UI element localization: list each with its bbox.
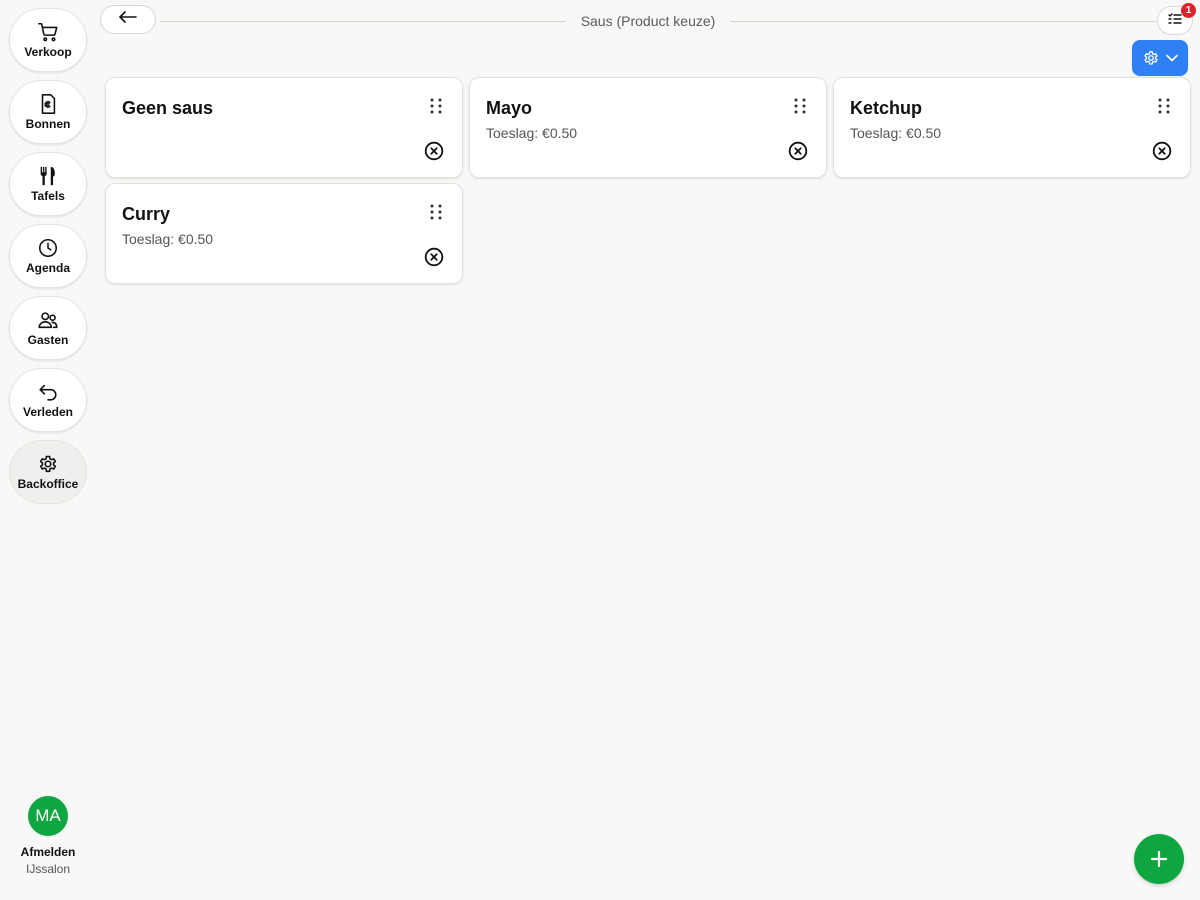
option-card[interactable]: Ketchup Toeslag: €0.50: [833, 77, 1191, 178]
sidebar-item-label: Bonnen: [25, 117, 71, 131]
option-surcharge: Toeslag: €0.50: [122, 231, 214, 247]
sidebar-item-label: Agenda: [25, 261, 70, 275]
gear-icon: [1142, 49, 1160, 67]
sidebar-item-bonnen[interactable]: Bonnen: [9, 80, 87, 144]
option-card[interactable]: Geen saus: [105, 77, 463, 178]
option-surcharge: Toeslag: €0.50: [486, 125, 578, 141]
option-surcharge: Toeslag: €0.50: [850, 125, 942, 141]
user-block: MA Afmelden IJssalon: [0, 796, 96, 876]
drag-handle-icon[interactable]: [793, 98, 807, 114]
sidebar-item-agenda[interactable]: Agenda: [9, 224, 87, 288]
add-option-button[interactable]: [1134, 834, 1184, 884]
list-check-icon: [1168, 12, 1182, 30]
remove-circle-icon[interactable]: [788, 141, 808, 161]
settings-dropdown-button[interactable]: [1132, 40, 1188, 76]
arrow-left-icon: [118, 10, 138, 29]
clock-icon: [37, 237, 59, 259]
sidebar-item-label: Verkoop: [24, 45, 72, 59]
remove-circle-icon[interactable]: [424, 141, 444, 161]
option-name: Geen saus: [122, 98, 214, 118]
option-name: Curry: [122, 204, 171, 224]
header-divider-right: [730, 21, 1156, 22]
sidebar-item-label: Verleden: [22, 405, 74, 419]
option-name: Ketchup: [850, 98, 922, 118]
users-icon: [37, 309, 59, 331]
drag-handle-icon[interactable]: [429, 204, 443, 220]
sidebar: Verkoop Bonnen Tafels Agenda Gasten Verl…: [0, 0, 96, 900]
sidebar-item-verkoop[interactable]: Verkoop: [9, 8, 87, 72]
cutlery-icon: [37, 165, 59, 187]
drag-handle-icon[interactable]: [429, 98, 443, 114]
avatar[interactable]: MA: [28, 796, 68, 836]
receipt-euro-icon: [37, 93, 59, 115]
sidebar-item-label: Backoffice: [17, 477, 79, 491]
page-title: Saus (Product keuze): [580, 13, 716, 29]
remove-circle-icon[interactable]: [424, 247, 444, 267]
option-card[interactable]: Mayo Toeslag: €0.50: [469, 77, 827, 178]
sidebar-item-verleden[interactable]: Verleden: [9, 368, 87, 432]
plus-icon: [1150, 850, 1168, 868]
sidebar-item-gasten[interactable]: Gasten: [9, 296, 87, 360]
sidebar-item-backoffice[interactable]: Backoffice: [9, 440, 87, 504]
sidebar-item-label: Tafels: [31, 189, 65, 203]
header-divider-left: [160, 21, 566, 22]
logout-link[interactable]: Afmelden: [21, 845, 76, 859]
option-name: Mayo: [486, 98, 533, 118]
back-button[interactable]: [100, 5, 156, 34]
gear-icon: [37, 453, 59, 475]
sidebar-item-label: Gasten: [27, 333, 69, 347]
organization-name: IJssalon: [25, 862, 71, 876]
drag-handle-icon[interactable]: [1157, 98, 1171, 114]
sidebar-item-tafels[interactable]: Tafels: [9, 152, 87, 216]
undo-icon: [37, 381, 59, 403]
option-card[interactable]: Curry Toeslag: €0.50: [105, 183, 463, 284]
chevron-down-icon: [1166, 54, 1178, 62]
remove-circle-icon[interactable]: [1152, 141, 1172, 161]
cart-icon: [37, 21, 59, 43]
notification-badge: 1: [1181, 3, 1196, 18]
